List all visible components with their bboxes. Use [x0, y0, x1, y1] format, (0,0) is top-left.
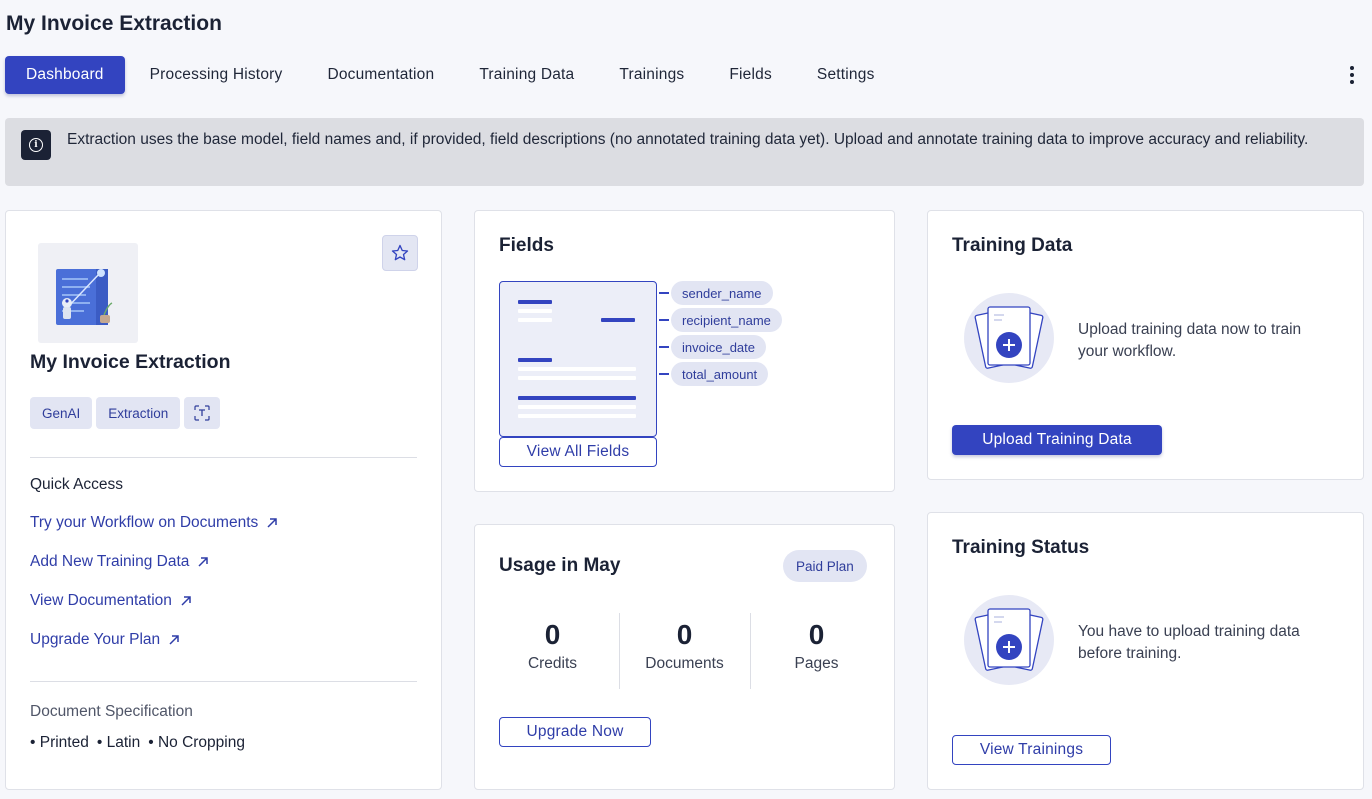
external-arrow-icon — [169, 635, 179, 645]
field-name: sender_name — [671, 281, 773, 305]
external-arrow-icon — [198, 557, 209, 567]
plan-badge: Paid Plan — [783, 550, 867, 582]
more-options-icon[interactable] — [1345, 64, 1359, 86]
field-list: sender_name recipient_name invoice_date … — [659, 281, 782, 389]
tab-bar: Dashboard Processing History Documentati… — [5, 56, 899, 94]
training-status-title: Training Status — [952, 537, 1090, 558]
training-illustration — [964, 595, 1054, 685]
upgrade-plan-link[interactable]: Upgrade Your Plan — [30, 631, 180, 649]
fields-card: Fields sender_name recipient_name invoic… — [474, 210, 895, 492]
spec-item: • Latin — [96, 734, 141, 751]
workflow-thumbnail — [38, 243, 138, 343]
stat-label: Credits — [527, 655, 578, 672]
stat-value: 0 — [676, 619, 693, 650]
link-label: Add New Training Data — [30, 553, 190, 570]
training-data-message: Upload training data now to train your w… — [1078, 321, 1302, 360]
stat-value: 0 — [808, 619, 825, 650]
stat-documents: 0 Documents — [619, 617, 750, 673]
spec-item: • Printed — [30, 734, 89, 751]
stat-label: Documents — [645, 655, 724, 672]
training-status-message: You have to upload training data before … — [1078, 623, 1300, 662]
add-training-data-link[interactable]: Add New Training Data — [30, 553, 209, 571]
tag-chip: GenAI — [30, 397, 93, 429]
document-spec-heading: Document Specification — [30, 703, 193, 720]
workflow-tags: GenAI Extraction — [30, 397, 224, 429]
stat-label: Pages — [794, 655, 839, 672]
tab-settings[interactable]: Settings — [796, 56, 896, 94]
document-illustration — [499, 281, 657, 437]
external-arrow-icon — [181, 596, 191, 606]
field-tag: invoice_date — [659, 335, 782, 359]
link-label: View Documentation — [30, 592, 172, 609]
document-spec-list: • Printed • Latin • No Cropping — [30, 734, 253, 752]
field-name: invoice_date — [671, 335, 766, 359]
text-scan-icon — [184, 397, 221, 429]
field-name: recipient_name — [671, 308, 782, 332]
page-title: My Invoice Extraction — [6, 12, 222, 35]
stat-credits: 0 Credits — [487, 617, 618, 673]
upgrade-now-button[interactable]: Upgrade Now — [499, 717, 651, 747]
view-trainings-button[interactable]: View Trainings — [952, 735, 1111, 765]
tag-chip: Extraction — [96, 397, 181, 429]
link-label: Upgrade Your Plan — [30, 631, 161, 648]
training-status-card: Training Status You have to upload train… — [927, 512, 1364, 790]
link-label: Try your Workflow on Documents — [30, 514, 259, 531]
try-workflow-link[interactable]: Try your Workflow on Documents — [30, 514, 278, 532]
training-data-title: Training Data — [952, 235, 1073, 256]
external-arrow-icon — [267, 518, 278, 528]
training-data-card: Training Data Upload training data now t… — [927, 210, 1364, 480]
field-tag: recipient_name — [659, 308, 782, 332]
view-all-fields-button[interactable]: View All Fields — [499, 437, 657, 467]
usage-card: Usage in May Paid Plan 0 Credits 0 Docum… — [474, 524, 895, 790]
info-icon: i — [21, 130, 51, 160]
stat-value: 0 — [544, 619, 561, 650]
tab-training-data[interactable]: Training Data — [458, 56, 595, 94]
field-tag: total_amount — [659, 362, 782, 386]
view-documentation-link[interactable]: View Documentation — [30, 592, 192, 610]
field-name: total_amount — [671, 362, 769, 386]
tab-processing-history[interactable]: Processing History — [128, 56, 304, 94]
divider — [30, 681, 417, 682]
favorite-button[interactable] — [382, 235, 418, 271]
workflow-card: My Invoice Extraction GenAI Extraction Q… — [5, 210, 442, 790]
workflow-title: My Invoice Extraction — [30, 351, 231, 373]
upload-illustration — [964, 293, 1054, 383]
field-tag: sender_name — [659, 281, 782, 305]
tab-documentation[interactable]: Documentation — [306, 56, 455, 94]
spec-item: • No Cropping — [148, 734, 245, 751]
info-banner: i Extraction uses the base model, field … — [5, 118, 1364, 186]
quick-access-heading: Quick Access — [30, 476, 124, 493]
usage-title: Usage in May — [499, 555, 621, 576]
tab-trainings[interactable]: Trainings — [598, 56, 705, 94]
star-icon — [391, 244, 409, 261]
stat-pages: 0 Pages — [751, 617, 882, 673]
fields-title: Fields — [499, 235, 554, 256]
tab-fields[interactable]: Fields — [708, 56, 793, 94]
tab-dashboard[interactable]: Dashboard — [5, 56, 125, 94]
upload-training-data-button[interactable]: Upload Training Data — [952, 425, 1162, 455]
divider — [30, 457, 417, 458]
banner-text: Extraction uses the base model, field na… — [67, 131, 1309, 148]
